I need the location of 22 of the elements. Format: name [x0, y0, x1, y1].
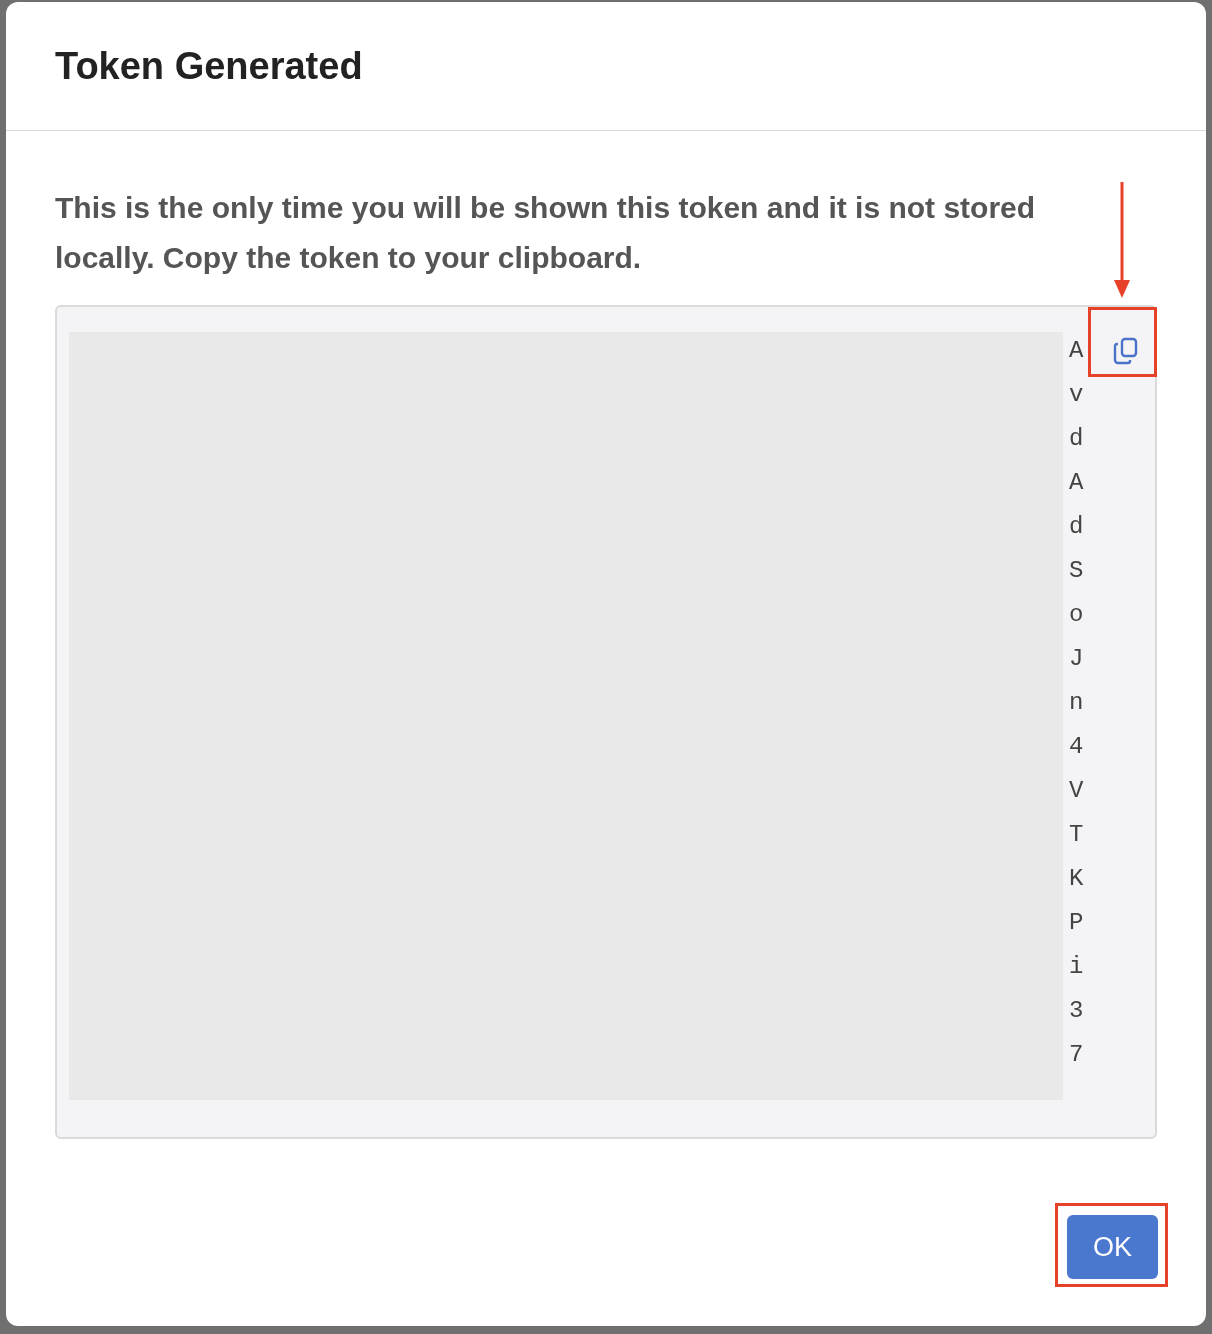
token-character: i — [1069, 952, 1084, 982]
token-character: S — [1069, 556, 1084, 586]
token-character: K — [1069, 864, 1084, 894]
ok-button[interactable]: OK — [1067, 1215, 1158, 1279]
token-character: d — [1069, 512, 1084, 542]
copy-icon — [1113, 337, 1139, 365]
dialog-message: This is the only time you will be shown this token and it is not stored locally. Copy the token to your clipboard. — [55, 190, 1037, 276]
token-character: A — [1069, 468, 1084, 498]
token-character: d — [1069, 424, 1084, 454]
token-character: P — [1069, 908, 1084, 938]
dialog-title: Token Generated — [55, 43, 363, 89]
token-character: J — [1069, 644, 1084, 674]
token-character: n — [1069, 688, 1084, 718]
token-character: 3 — [1069, 996, 1084, 1026]
token-character: V — [1069, 776, 1084, 806]
token-character: v — [1069, 380, 1084, 410]
token-character: T — [1069, 820, 1084, 850]
token-character: A — [1069, 336, 1084, 366]
token-character: o — [1069, 600, 1084, 630]
token-character: 7 — [1069, 1040, 1084, 1070]
highlight-frame — [1088, 307, 1157, 377]
token-character: 4 — [1069, 732, 1084, 762]
